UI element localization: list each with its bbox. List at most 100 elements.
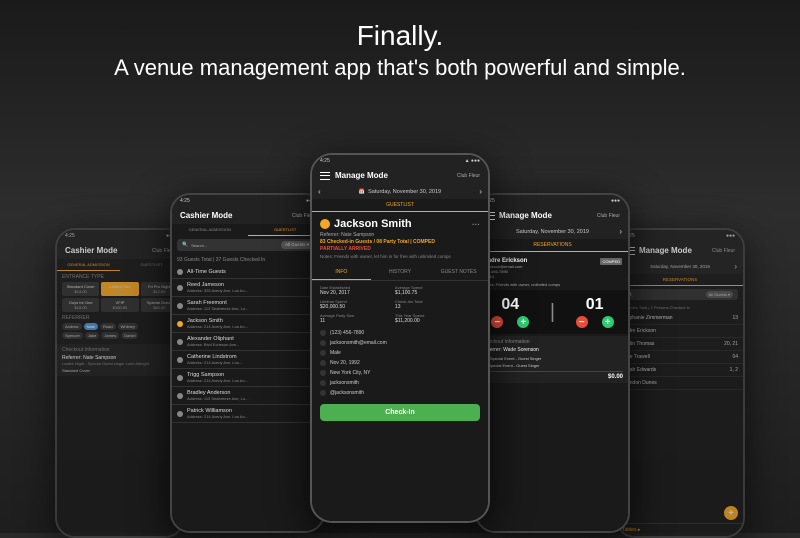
tab-notes-c[interactable]: GUEST NOTES <box>429 265 488 280</box>
guest-trigg[interactable]: Trigg Sampson Address: 214 Averly Ave, L… <box>172 369 323 387</box>
phone-mid-right: 4:25 ●●● Manage Mode Club Fleur ‹ Saturd… <box>475 193 630 533</box>
headline-line2: A venue management app that's both power… <box>0 54 800 83</box>
counter-box1-mr: 04 − + <box>491 296 529 328</box>
all-time-guests[interactable]: All-Time Guests <box>172 266 323 279</box>
res-andre[interactable]: Andre Erickson <box>617 325 743 338</box>
tabs-or: RESERVATIONS <box>617 274 743 286</box>
checkout-title-ol: Checkout Information <box>62 347 178 353</box>
contact-user: jacksonsmith <box>312 378 488 388</box>
status-bar-or: 4:25 ●●● <box>617 230 743 242</box>
ref-daniel[interactable]: Daniel <box>121 332 138 339</box>
checkout-guest-ol: Ladies Night - Special Guest singer Luke… <box>62 361 178 366</box>
plus-btn2-mr[interactable]: + <box>602 316 614 328</box>
next-date-c[interactable]: › <box>479 187 482 196</box>
next-date-mr[interactable]: › <box>619 227 622 236</box>
mode-title-c: Manage Mode <box>335 171 388 180</box>
minus-btn2-mr[interactable]: − <box>576 316 588 328</box>
guest-bradley[interactable]: Bradley Anderson Address: 113 Seabreeze … <box>172 387 323 405</box>
ref-spencer[interactable]: Spencer <box>62 332 83 339</box>
menu-icon-c[interactable] <box>320 172 330 180</box>
status-bar-c: 4:25 ▲ ●●● <box>312 155 488 167</box>
res-brandon[interactable]: Brandon Dunes <box>617 377 743 390</box>
ref-road[interactable]: Road <box>100 323 116 330</box>
guest-jackson[interactable]: Jackson Smith Address: 214 Averly Ave, L… <box>172 315 323 333</box>
jackson-status: PARTIALLY ARRIVED <box>320 246 480 252</box>
app-header-c: Manage Mode Club Fleur <box>312 167 488 184</box>
screen-outer-left: 4:25 ●●● Cashier Mode Club Fleur GENERAL… <box>57 230 183 536</box>
info-avg-spend: Average Spend $1,100.75 <box>395 285 467 296</box>
filter-chip-ml[interactable]: All Guests ▾ <box>281 241 313 249</box>
type-ladies[interactable]: Ladies FreeFree <box>101 282 138 296</box>
guest-catherine[interactable]: Catherine Lindstrom Address: 214 Averly … <box>172 351 323 369</box>
res-jake-t[interactable]: Jake Trawell 04 <box>617 351 743 364</box>
contact-rows-c: (123) 456-7890 jacksonsmith@email.com Ma… <box>312 328 488 398</box>
type-guys[interactable]: Guys for One$15.00 <box>62 298 99 312</box>
info-date-est: Date Established Nov 20, 2017 <box>320 285 392 296</box>
counter-num2-mr: 01 <box>576 296 614 314</box>
ref-james[interactable]: James <box>101 332 119 339</box>
counter-display-mr: 04 − + | 01 − + <box>477 290 628 334</box>
plus-btn1-mr[interactable]: + <box>517 316 529 328</box>
tab-res-mr[interactable]: RESERVATIONS <box>477 239 628 252</box>
counter-controls1-mr: − + <box>491 316 529 328</box>
checkin-button[interactable]: Check-In <box>320 404 480 421</box>
username-icon <box>320 380 326 386</box>
ref-andrew[interactable]: Andrew <box>62 323 82 330</box>
tab-info-c[interactable]: INFO <box>312 265 371 280</box>
fab-button-or[interactable]: + <box>724 506 738 520</box>
date-bar-mr: ‹ Saturday, November 30, 2019 › <box>477 224 628 239</box>
filter-chip-or[interactable]: All Guests ▾ <box>706 291 733 298</box>
contact-phone: (123) 456-7890 <box>312 328 488 338</box>
guest-alexander[interactable]: Alexander Oliphant Address: Blvd Echeson… <box>172 333 323 351</box>
app-header-ml: Cashier Mode Club Fleur <box>172 207 323 224</box>
res-sarah-e[interactable]: Sarah Edwards 1, 2 <box>617 364 743 377</box>
dot-jackson <box>177 321 183 327</box>
status-bar-mr: 4:25 ●●● <box>477 195 628 207</box>
mode-title-ml: Cashier Mode <box>180 211 232 220</box>
guest-patrick[interactable]: Patrick Williamson Address: 214 Averly A… <box>172 405 323 423</box>
app-header-ol: Cashier Mode Club Fleur <box>57 242 183 259</box>
social-icon <box>320 390 326 396</box>
jackson-referrer: Referrer: Nate Sampson <box>320 232 480 238</box>
tab-ga-ml[interactable]: GENERAL ADMISSION <box>172 224 248 236</box>
info-grid-c: Date Established Nov 20, 2017 Average Sp… <box>312 281 488 328</box>
search-bar-ml[interactable]: 🔍 Search... All Guests ▾ <box>177 239 318 251</box>
tab-res-or[interactable]: RESERVATIONS <box>617 274 743 286</box>
tab-ga-ol[interactable]: GENERAL ADMISSION <box>57 259 120 271</box>
guest-sarah[interactable]: Sarah Freemont Address: 113 Seabreeze Av… <box>172 297 323 315</box>
minus-btn1-mr[interactable]: − <box>491 316 503 328</box>
counter-sep: | <box>550 296 555 328</box>
search-bar-or[interactable]: 🔍 All Guests ▾ <box>622 289 738 300</box>
res-justin[interactable]: Justin Thomas 20, 21 <box>617 338 743 351</box>
prev-date-c[interactable]: ‹ <box>318 187 321 196</box>
app-header-or: Manage Mode Club Fleur <box>617 242 743 259</box>
total-mr: $0.00 <box>482 371 623 380</box>
location-icon <box>320 370 326 376</box>
date-text-c: Saturday, November 30, 2019 <box>368 189 441 195</box>
tab-guestlist-c[interactable]: GUESTLIST <box>312 199 488 212</box>
guest-reed[interactable]: Reed Jameson Address: 325 Averly Ave, Lo… <box>172 279 323 297</box>
more-icon-c[interactable]: ··· <box>472 220 480 229</box>
ref-whitney[interactable]: Whitney <box>118 323 138 330</box>
ref-nate[interactable]: Nate <box>84 323 98 330</box>
tab-history-c[interactable]: HISTORY <box>371 265 430 280</box>
gender-icon <box>320 350 326 356</box>
type-standard[interactable]: Standard Cover$14.00 <box>62 282 99 296</box>
headline-section: Finally. A venue management app that's b… <box>0 18 800 83</box>
signal-c: ▲ ●●● <box>465 158 480 164</box>
status-bar-ml: 4:25 ●●● <box>172 195 323 207</box>
ref-jake[interactable]: Jake <box>85 332 99 339</box>
info-checkins: Check-Ins Total 13 <box>395 299 467 310</box>
status-bar-ol: 4:25 ●●● <box>57 230 183 242</box>
date-text-or: Saturday, November 30, 2019 <box>650 264 710 269</box>
phone-center: 4:25 ▲ ●●● Manage Mode Club Fleur ‹ 📅 <box>310 153 490 523</box>
res-notes-mr: Notes: Friends with owner, unlimited com… <box>483 282 622 287</box>
checkout-referrer-mr: Referrer: Wade Sorenson <box>482 347 623 353</box>
next-date-or[interactable]: › <box>734 262 737 271</box>
date-text-mr: Saturday, November 30, 2019 <box>516 229 589 235</box>
info-year-spend: This Year Spend $11,200.00 <box>395 313 467 324</box>
birthday-icon <box>320 360 326 366</box>
type-vfip[interactable]: VFIP$100.00 <box>101 298 138 312</box>
screen-center: 4:25 ▲ ●●● Manage Mode Club Fleur ‹ 📅 <box>312 155 488 521</box>
res-stephanie[interactable]: Stephanie Zimmerman 13 <box>617 312 743 325</box>
